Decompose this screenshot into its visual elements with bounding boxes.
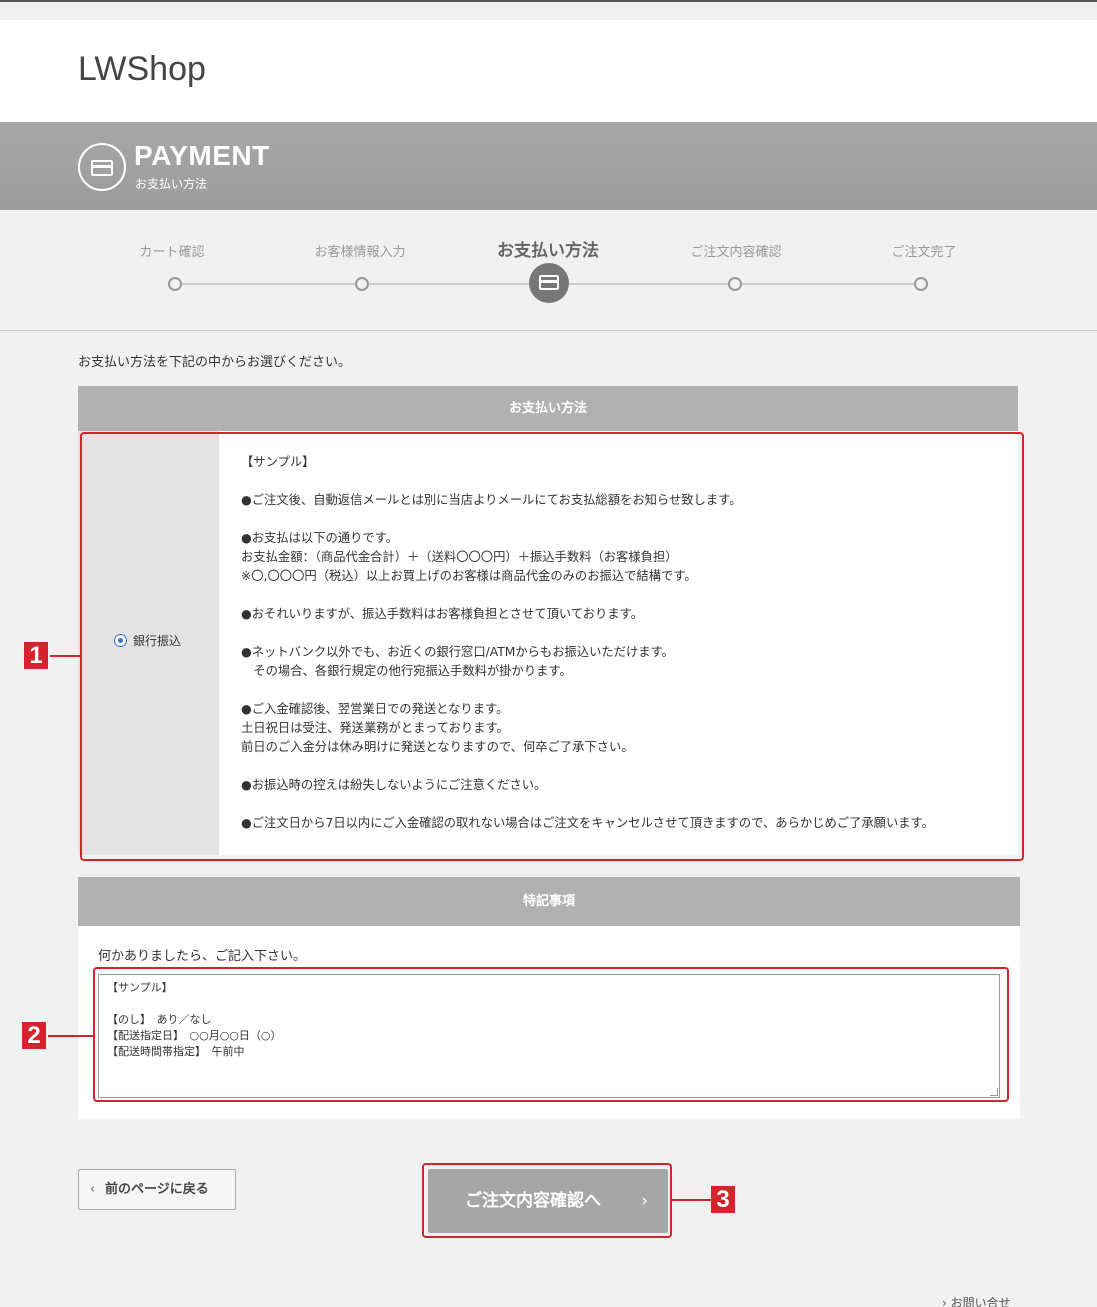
checkout-steps: カート確認 お客様情報入力 お支払い方法 ご注文内容確認 ご注文完了 xyxy=(0,210,1097,331)
highlight-box-3 xyxy=(422,1163,672,1238)
step-dot xyxy=(728,277,742,291)
notes-label: 何かありましたら、ご記入下さい。 xyxy=(98,949,307,964)
marker-1: 1 xyxy=(24,642,48,669)
marker-line-2 xyxy=(48,1035,94,1037)
site-header: LWShop xyxy=(0,2,1097,122)
highlight-box-1 xyxy=(80,432,1024,861)
intro-text: お支払い方法を下記の中からお選びください。 xyxy=(78,355,352,370)
step-dot xyxy=(914,277,928,291)
payment-table-header: お支払い方法 xyxy=(78,386,1018,431)
step-active-card-icon xyxy=(529,263,569,303)
notes-table-header: 特記事項 xyxy=(78,877,1020,926)
page-subtitle: お支払い方法 xyxy=(135,177,208,191)
contact-link[interactable]: › お問い合せ xyxy=(942,1294,1011,1307)
back-button[interactable]: ‹ 前のページに戻る xyxy=(78,1169,236,1210)
marker-line-1 xyxy=(50,655,81,657)
back-button-label: 前のページに戻る xyxy=(105,1182,209,1197)
step-cart: カート確認 xyxy=(139,245,205,260)
step-customer-info: お客様情報入力 xyxy=(314,245,406,260)
marker-line-3 xyxy=(671,1199,711,1201)
step-dot xyxy=(355,277,369,291)
step-confirm: ご注文内容確認 xyxy=(690,245,782,260)
step-complete: ご注文完了 xyxy=(891,245,957,260)
chevron-left-icon: ‹ xyxy=(90,1182,96,1197)
credit-card-icon xyxy=(78,143,126,191)
site-logo[interactable]: LWShop xyxy=(78,50,206,89)
step-payment: お支払い方法 xyxy=(497,241,599,261)
marker-3: 3 xyxy=(711,1186,735,1213)
marker-2: 2 xyxy=(22,1022,46,1049)
highlight-box-2 xyxy=(93,967,1009,1102)
page-title: PAYMENT xyxy=(134,140,270,171)
step-dot xyxy=(168,277,182,291)
page-banner: PAYMENT お支払い方法 xyxy=(0,122,1097,210)
contact-link-label: お問い合せ xyxy=(950,1296,1011,1307)
